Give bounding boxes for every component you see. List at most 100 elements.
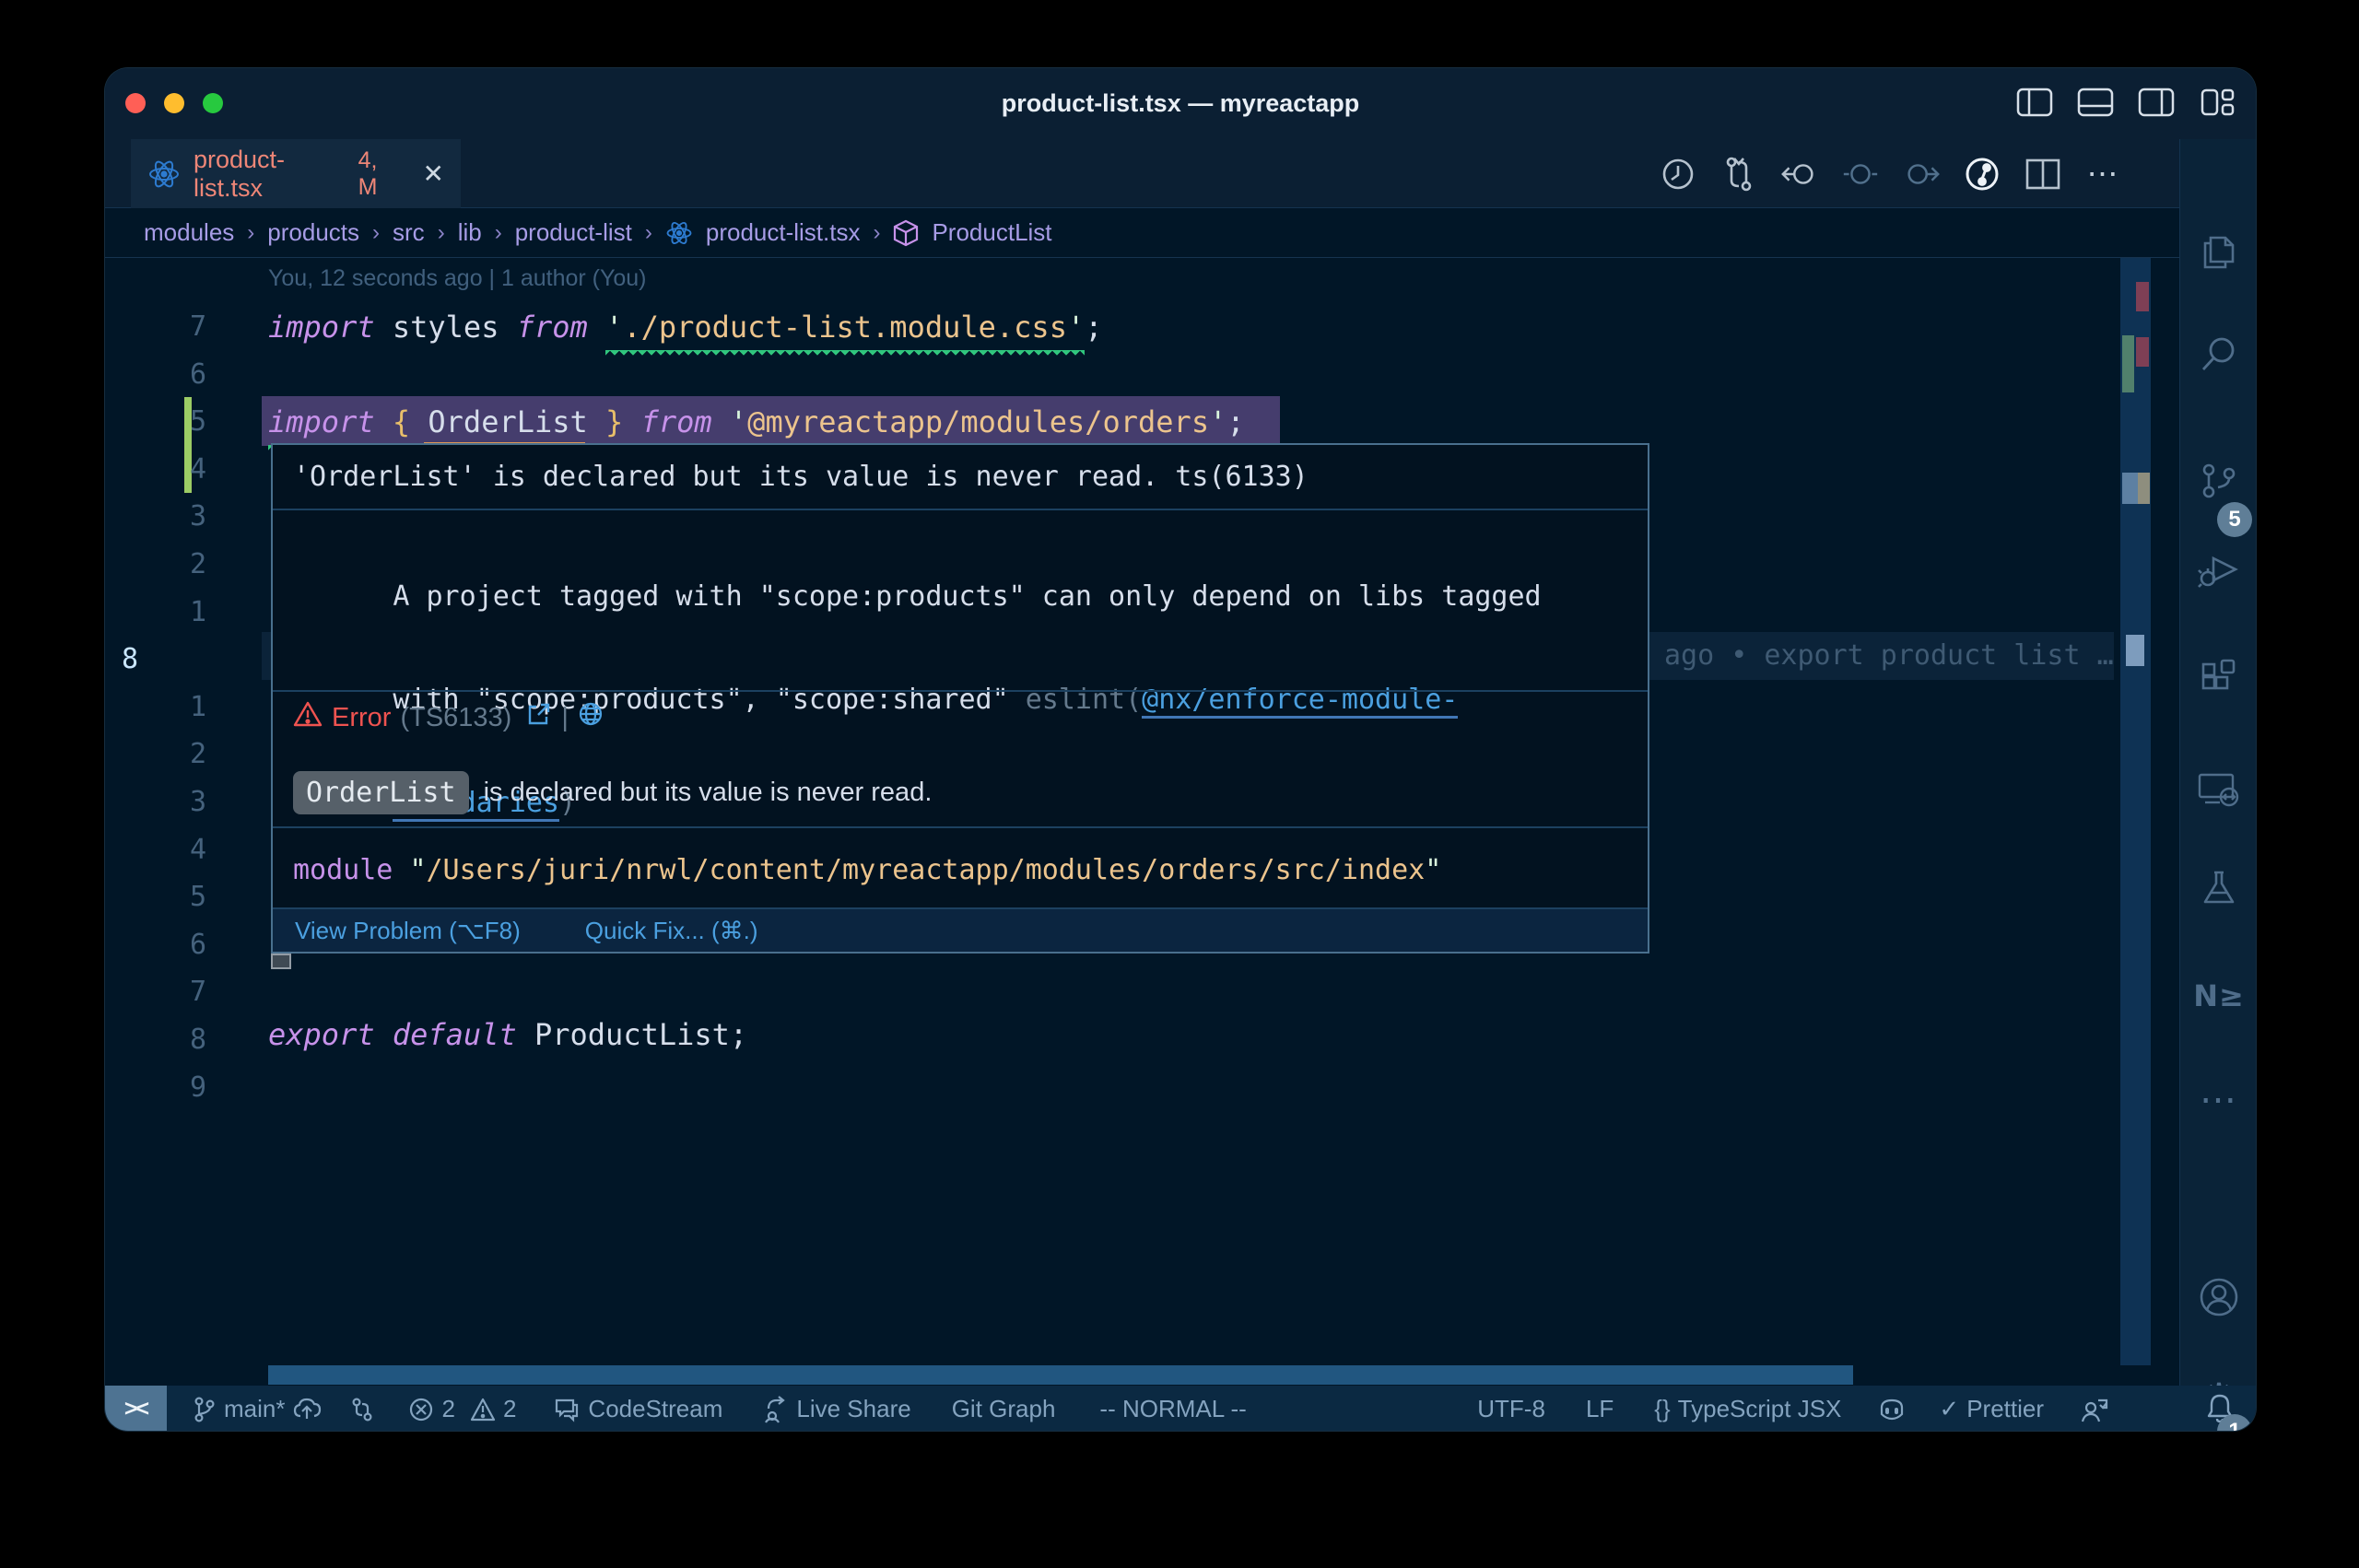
breadcrumb-item[interactable]: lib [458,218,482,247]
chevron-right-icon: › [438,220,445,246]
account-icon[interactable] [2197,1275,2241,1319]
run-debug-icon[interactable] [2197,549,2241,591]
hover-footer: View Problem (⌥F8) Quick Fix... (⌘.) [273,907,1648,952]
feedback-status-item[interactable] [2081,1397,2108,1422]
test-beaker-icon[interactable] [2198,867,2240,909]
feedback-person-icon [2081,1397,2108,1422]
scrollbar-thumb[interactable] [2122,473,2138,504]
codestream-icon [553,1397,581,1422]
remote-explorer-icon[interactable] [2196,769,2242,812]
timeline-history-icon[interactable] [1658,154,1698,194]
check-icon: ✓ [1939,1395,1959,1423]
open-changes-icon[interactable] [1962,154,2002,194]
breadcrumb-item[interactable]: ProductList [932,218,1051,247]
git-graph-status-item[interactable]: Git Graph [952,1395,1056,1423]
quick-fix-button[interactable]: Quick Fix... (⌘.) [585,917,758,945]
breadcrumb-item[interactable]: product-list [515,218,632,247]
title-bar: product-list.tsx — myreactapp [105,68,2256,139]
toggle-primary-sidebar-icon[interactable] [2016,87,2053,118]
toggle-secondary-sidebar-icon[interactable] [2138,87,2175,118]
explorer-icon[interactable] [2198,230,2240,273]
eol-status-item[interactable]: LF [1586,1395,1614,1423]
encoding-status-item[interactable]: UTF-8 [1477,1395,1545,1423]
git-compare-icon [349,1396,375,1423]
next-change-icon[interactable] [1901,154,1942,194]
additional-views-icon[interactable]: ⋯ [2200,1079,2238,1121]
chevron-right-icon: › [372,220,380,246]
gutter: 76543218123456789 [142,303,206,1111]
line-number: 4 [142,446,206,494]
tab-bar: product-list.tsx 4, M ✕ [105,139,2179,208]
line-number: 1 [142,684,206,731]
line-number: 7 [142,303,206,351]
remote-indicator[interactable]: >< [105,1386,167,1432]
extensions-icon[interactable] [2198,657,2240,699]
line-number: 9 [142,1064,206,1112]
overview-ruler[interactable] [2120,258,2151,1365]
copilot-status-item[interactable] [1878,1397,1906,1422]
search-icon[interactable] [2198,333,2240,375]
inline-git-blame: ago • export product list … [1664,632,2114,680]
problems-status-item[interactable]: 2 2 [408,1395,516,1423]
language-status-item[interactable]: {} TypeScript JSX [1654,1395,1841,1423]
codelens-blame[interactable]: You, 12 seconds ago | 1 author (You) [268,265,647,292]
line-number: 8 [122,636,186,684]
code-line-import-styles: import styles from './product-list.modul… [268,303,1102,351]
breadcrumb-item[interactable]: products [267,218,359,247]
breadcrumb-item[interactable]: product-list.tsx [706,218,861,247]
breadcrumb: modules › products › src › lib › product… [105,208,2179,258]
warning-triangle-icon [293,700,323,735]
line-number: 2 [142,731,206,778]
breadcrumb-item[interactable]: src [393,218,425,247]
chevron-right-icon: › [247,220,254,246]
compare-status-item[interactable] [349,1396,375,1423]
previous-change-icon[interactable] [1779,154,1820,194]
line-number: 2 [142,541,206,589]
activity-bar: 5 N≥ ⋯ ⚙ 1 [2179,139,2257,1386]
hover-module-path: module "/Users/juri/nrwl/content/myreact… [273,828,1648,911]
warning-triangle-icon [470,1398,496,1422]
live-share-status-item[interactable]: Live Share [763,1395,910,1423]
live-share-icon [763,1396,789,1423]
copilot-icon [1878,1397,1906,1422]
codestream-status-item[interactable]: CodeStream [553,1395,722,1423]
react-file-icon [665,219,693,247]
line-number: 1 [142,589,206,637]
line-number: 5 [142,873,206,921]
view-problem-button[interactable]: View Problem (⌥F8) [295,917,521,945]
line-number: 8 [142,1016,206,1064]
line-number: 6 [142,351,206,399]
breadcrumb-item[interactable]: modules [144,218,234,247]
toggle-panel-icon[interactable] [2077,87,2114,118]
git-branch-icon [193,1396,217,1423]
error-mark [2136,282,2149,311]
globe-icon[interactable] [578,701,604,734]
symbol-badge: OrderList [293,771,469,814]
source-control-badge: 5 [2217,502,2252,537]
more-actions-icon[interactable]: ⋯ [2083,154,2124,194]
nx-console-icon[interactable]: N≥ [2193,978,2245,1013]
tab-label: product-list.tsx [194,146,346,203]
scrollbar-thumb-small[interactable] [2126,635,2144,666]
diagnostics-hover-popup: 'OrderList' is declared but its value is… [271,443,1649,954]
hover-error-header: Error(TS6133) | [273,692,1648,743]
ruler-mark [2138,473,2150,504]
symbol-cube-icon [893,219,919,247]
line-number: 3 [142,493,206,541]
current-change-icon[interactable] [1840,154,1881,194]
compare-changes-icon[interactable] [1719,154,1759,194]
hover-resize-handle[interactable] [271,954,291,969]
split-editor-icon[interactable] [2023,154,2063,194]
chevron-right-icon: › [645,220,652,246]
horizontal-scrollbar[interactable] [268,1365,1853,1385]
tab-close-icon[interactable]: ✕ [423,158,444,189]
vscode-window: product-list.tsx — myreactapp prod [104,67,2257,1432]
branch-status-item[interactable]: main* [193,1395,322,1423]
customize-layout-icon[interactable] [2199,87,2236,118]
open-external-icon[interactable] [526,701,552,734]
source-control-icon[interactable] [2198,461,2240,503]
tab-product-list[interactable]: product-list.tsx 4, M ✕ [131,139,461,208]
prettier-status-item[interactable]: ✓ Prettier [1939,1395,2044,1423]
line-number: 5 [142,398,206,446]
hover-ts-message: 'OrderList' is declared but its value is… [273,445,1648,509]
